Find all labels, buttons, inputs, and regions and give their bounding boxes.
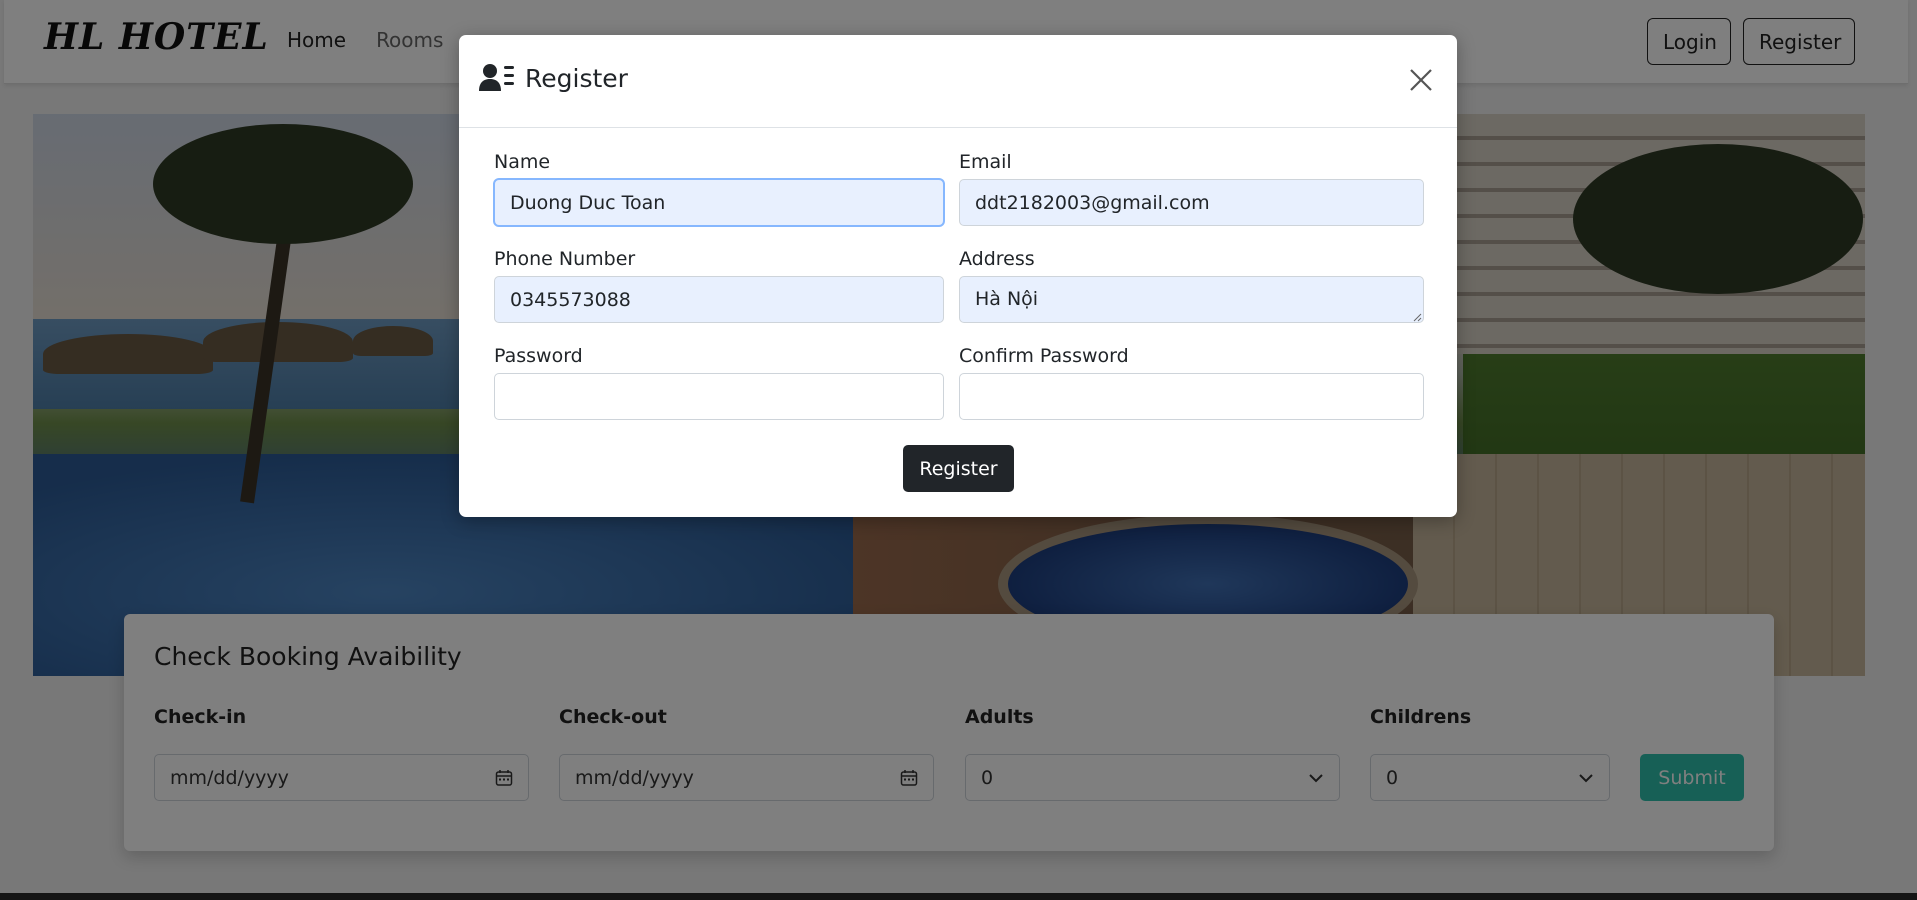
modal-header: Register <box>459 35 1457 128</box>
user-list-icon <box>479 64 514 91</box>
address-textarea[interactable]: Hà Nội <box>959 276 1424 323</box>
resize-grip-icon[interactable] <box>1412 312 1422 322</box>
close-button[interactable] <box>1403 63 1439 99</box>
register-submit-button[interactable]: Register <box>903 445 1014 492</box>
name-label: Name <box>494 151 551 173</box>
password-input[interactable] <box>494 373 944 420</box>
email-label: Email <box>959 151 1012 173</box>
close-icon[interactable] <box>1409 68 1433 92</box>
confirm-password-label: Confirm Password <box>959 345 1129 367</box>
phone-input[interactable] <box>494 276 944 323</box>
email-input[interactable] <box>959 179 1424 226</box>
phone-label: Phone Number <box>494 248 636 270</box>
modal-title: Register <box>479 63 628 93</box>
register-modal: Register Name Email Phone Number Address… <box>459 35 1457 517</box>
confirm-password-input[interactable] <box>959 373 1424 420</box>
password-label: Password <box>494 345 583 367</box>
modal-title-text: Register <box>525 63 628 93</box>
name-input[interactable] <box>494 179 944 226</box>
address-label: Address <box>959 248 1035 270</box>
